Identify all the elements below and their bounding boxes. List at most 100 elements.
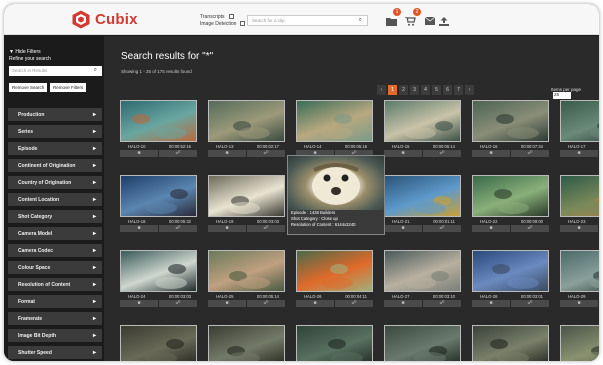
clip-card[interactable]: HALO-2900:00:■☍ bbox=[560, 250, 599, 307]
clip-card[interactable]: HALO-19 00:00:03:03 ■ ☍ bbox=[208, 175, 285, 232]
cubix-logo-icon[interactable] bbox=[72, 10, 90, 29]
clip-thumbnail[interactable] bbox=[296, 325, 373, 361]
clip-thumbnail[interactable] bbox=[560, 250, 599, 292]
clip-thumbnail[interactable] bbox=[120, 250, 197, 292]
clip-search-input[interactable]: Search for a clip ⌕ bbox=[247, 15, 368, 26]
search-icon[interactable]: ⌕ bbox=[94, 67, 97, 74]
clip-thumbnail[interactable] bbox=[472, 325, 549, 361]
add-to-folder-icon[interactable]: ■ bbox=[208, 150, 246, 157]
pager-page[interactable]: 2 bbox=[399, 85, 408, 95]
folder-icon[interactable] bbox=[386, 17, 397, 29]
mail-icon[interactable] bbox=[424, 16, 436, 28]
clip-card[interactable]: HALO-15 00:00:06:14 ■ ☍ bbox=[384, 100, 461, 157]
clip-card[interactable] bbox=[560, 325, 599, 361]
pager-page[interactable]: 3 bbox=[410, 85, 419, 95]
clip-card[interactable]: HALO-21 00:00:01:11 ■ ☍ bbox=[384, 175, 461, 232]
add-to-folder-icon[interactable]: ■ bbox=[472, 150, 510, 157]
pager-page[interactable]: 5 bbox=[432, 85, 441, 95]
clip-thumbnail[interactable] bbox=[384, 325, 461, 361]
clip-card[interactable]: HALO-28 00:00:03:01 ■ ☍ bbox=[472, 250, 549, 307]
transcripts-checkbox[interactable] bbox=[228, 14, 234, 20]
clip-thumbnail[interactable] bbox=[384, 250, 461, 292]
clip-card[interactable]: HALO-18 00:00:05:32 ■ ☍ bbox=[120, 175, 197, 232]
add-to-folder-icon[interactable]: ■ bbox=[560, 300, 598, 307]
clip-card[interactable]: HALO-22 00:00:09:00 ■ ☍ bbox=[472, 175, 549, 232]
clip-card[interactable]: HALO-10 00:00:52:16 ■ ☍ bbox=[120, 100, 197, 157]
add-to-cart-icon[interactable]: ☍ bbox=[511, 150, 549, 157]
add-to-cart-icon[interactable]: ☍ bbox=[511, 300, 549, 307]
filter-format[interactable]: Format ▸ bbox=[8, 295, 102, 308]
filter-resolution-of-content[interactable]: Resolution of Content ▸ bbox=[8, 278, 102, 291]
add-to-cart-icon[interactable]: ☍ bbox=[159, 300, 197, 307]
clip-thumbnail[interactable] bbox=[296, 100, 373, 142]
clip-thumbnail[interactable] bbox=[472, 175, 549, 217]
add-to-folder-icon[interactable]: ■ bbox=[384, 300, 422, 307]
add-to-folder-icon[interactable]: ■ bbox=[208, 225, 246, 232]
items-per-page-select[interactable]: 25 bbox=[553, 92, 571, 99]
remove-search-button[interactable]: Remove Search bbox=[9, 83, 48, 92]
add-to-cart-icon[interactable]: ☍ bbox=[159, 150, 197, 157]
filter-camera-model[interactable]: Camera Model ▸ bbox=[8, 227, 102, 240]
clip-thumbnail[interactable] bbox=[120, 100, 197, 142]
transcripts-option[interactable]: Transcripts bbox=[200, 14, 234, 20]
clip-card[interactable]: HALO-25 00:00:05:14 ■ ☍ bbox=[208, 250, 285, 307]
add-to-folder-icon[interactable]: ■ bbox=[120, 300, 158, 307]
filter-shot-category[interactable]: Shot Category ▸ bbox=[8, 210, 102, 223]
pager-prev[interactable]: ‹ bbox=[377, 85, 386, 95]
search-in-results-input[interactable]: Search in Results ⌕ bbox=[9, 66, 102, 76]
clip-card[interactable]: HALO-13 00:00:02:17 ■ ☍ bbox=[208, 100, 285, 157]
filter-framerate[interactable]: Framerate ▸ bbox=[8, 312, 102, 325]
filter-series[interactable]: Series ▸ bbox=[8, 125, 102, 138]
add-to-folder-icon[interactable]: ■ bbox=[120, 225, 158, 232]
filter-camera-codec[interactable]: Camera Codec ▸ bbox=[8, 244, 102, 257]
clip-card[interactable]: HALO-16 00:00:07:34 ■ ☍ bbox=[472, 100, 549, 157]
clip-thumbnail[interactable] bbox=[120, 325, 197, 361]
add-to-cart-icon[interactable]: ☍ bbox=[423, 225, 461, 232]
pager-page[interactable]: 7 bbox=[454, 85, 463, 95]
clip-thumbnail[interactable] bbox=[560, 100, 599, 142]
pager-page[interactable]: 6 bbox=[443, 85, 452, 95]
remove-filters-button[interactable]: Remove Filters bbox=[50, 83, 87, 92]
clip-card[interactable] bbox=[472, 325, 549, 361]
clip-thumbnail[interactable] bbox=[560, 325, 599, 361]
filter-shutter-speed[interactable]: Shutter Speed ▸ bbox=[8, 346, 102, 359]
clip-thumbnail[interactable] bbox=[472, 100, 549, 142]
hide-filters-link[interactable]: ▼ Hide Filters bbox=[9, 49, 41, 55]
clip-thumbnail[interactable] bbox=[560, 175, 599, 217]
add-to-folder-icon[interactable]: ■ bbox=[208, 300, 246, 307]
clip-thumbnail[interactable] bbox=[208, 100, 285, 142]
pager-next[interactable]: › bbox=[465, 85, 474, 95]
pager-page[interactable]: 4 bbox=[421, 85, 430, 95]
add-to-cart-icon[interactable]: ☍ bbox=[247, 150, 285, 157]
clip-card[interactable] bbox=[208, 325, 285, 361]
filter-colour-space[interactable]: Colour Space ▸ bbox=[8, 261, 102, 274]
clip-card[interactable]: HALO-14 00:00:05:18 ■ ☍ bbox=[296, 100, 373, 157]
pager-page[interactable]: 1 bbox=[388, 85, 397, 95]
add-to-folder-icon[interactable]: ■ bbox=[384, 225, 422, 232]
clip-card[interactable] bbox=[120, 325, 197, 361]
add-to-cart-icon[interactable]: ☍ bbox=[423, 150, 461, 157]
add-to-cart-icon[interactable]: ☍ bbox=[247, 300, 285, 307]
search-icon[interactable]: ⌕ bbox=[359, 17, 362, 24]
filter-country-of-origination[interactable]: Country of Origination ▸ bbox=[8, 176, 102, 189]
clip-card[interactable]: HALO-2300:00:■☍ bbox=[560, 175, 599, 232]
upload-icon[interactable] bbox=[439, 17, 449, 29]
add-to-folder-icon[interactable]: ■ bbox=[560, 225, 598, 232]
clip-thumbnail[interactable] bbox=[120, 175, 197, 217]
add-to-folder-icon[interactable]: ■ bbox=[120, 150, 158, 157]
image-detection-option[interactable]: Image Detection bbox=[200, 21, 246, 27]
filter-content-location[interactable]: Content Location ▸ bbox=[8, 193, 102, 206]
add-to-folder-icon[interactable]: ■ bbox=[472, 225, 510, 232]
clip-thumbnail[interactable] bbox=[208, 325, 285, 361]
add-to-folder-icon[interactable]: ■ bbox=[472, 300, 510, 307]
image-detection-checkbox[interactable] bbox=[240, 21, 246, 27]
add-to-cart-icon[interactable]: ☍ bbox=[511, 225, 549, 232]
clip-card[interactable] bbox=[384, 325, 461, 361]
add-to-cart-icon[interactable]: ☍ bbox=[159, 225, 197, 232]
clip-card[interactable]: HALO-24 00:00:03:03 ■ ☍ bbox=[120, 250, 197, 307]
add-to-cart-icon[interactable]: ☍ bbox=[247, 225, 285, 232]
clip-thumbnail[interactable] bbox=[296, 250, 373, 292]
clip-thumbnail[interactable] bbox=[208, 175, 285, 217]
filter-continent-of-origination[interactable]: Continent of Origination ▸ bbox=[8, 159, 102, 172]
clip-thumbnail[interactable] bbox=[208, 250, 285, 292]
